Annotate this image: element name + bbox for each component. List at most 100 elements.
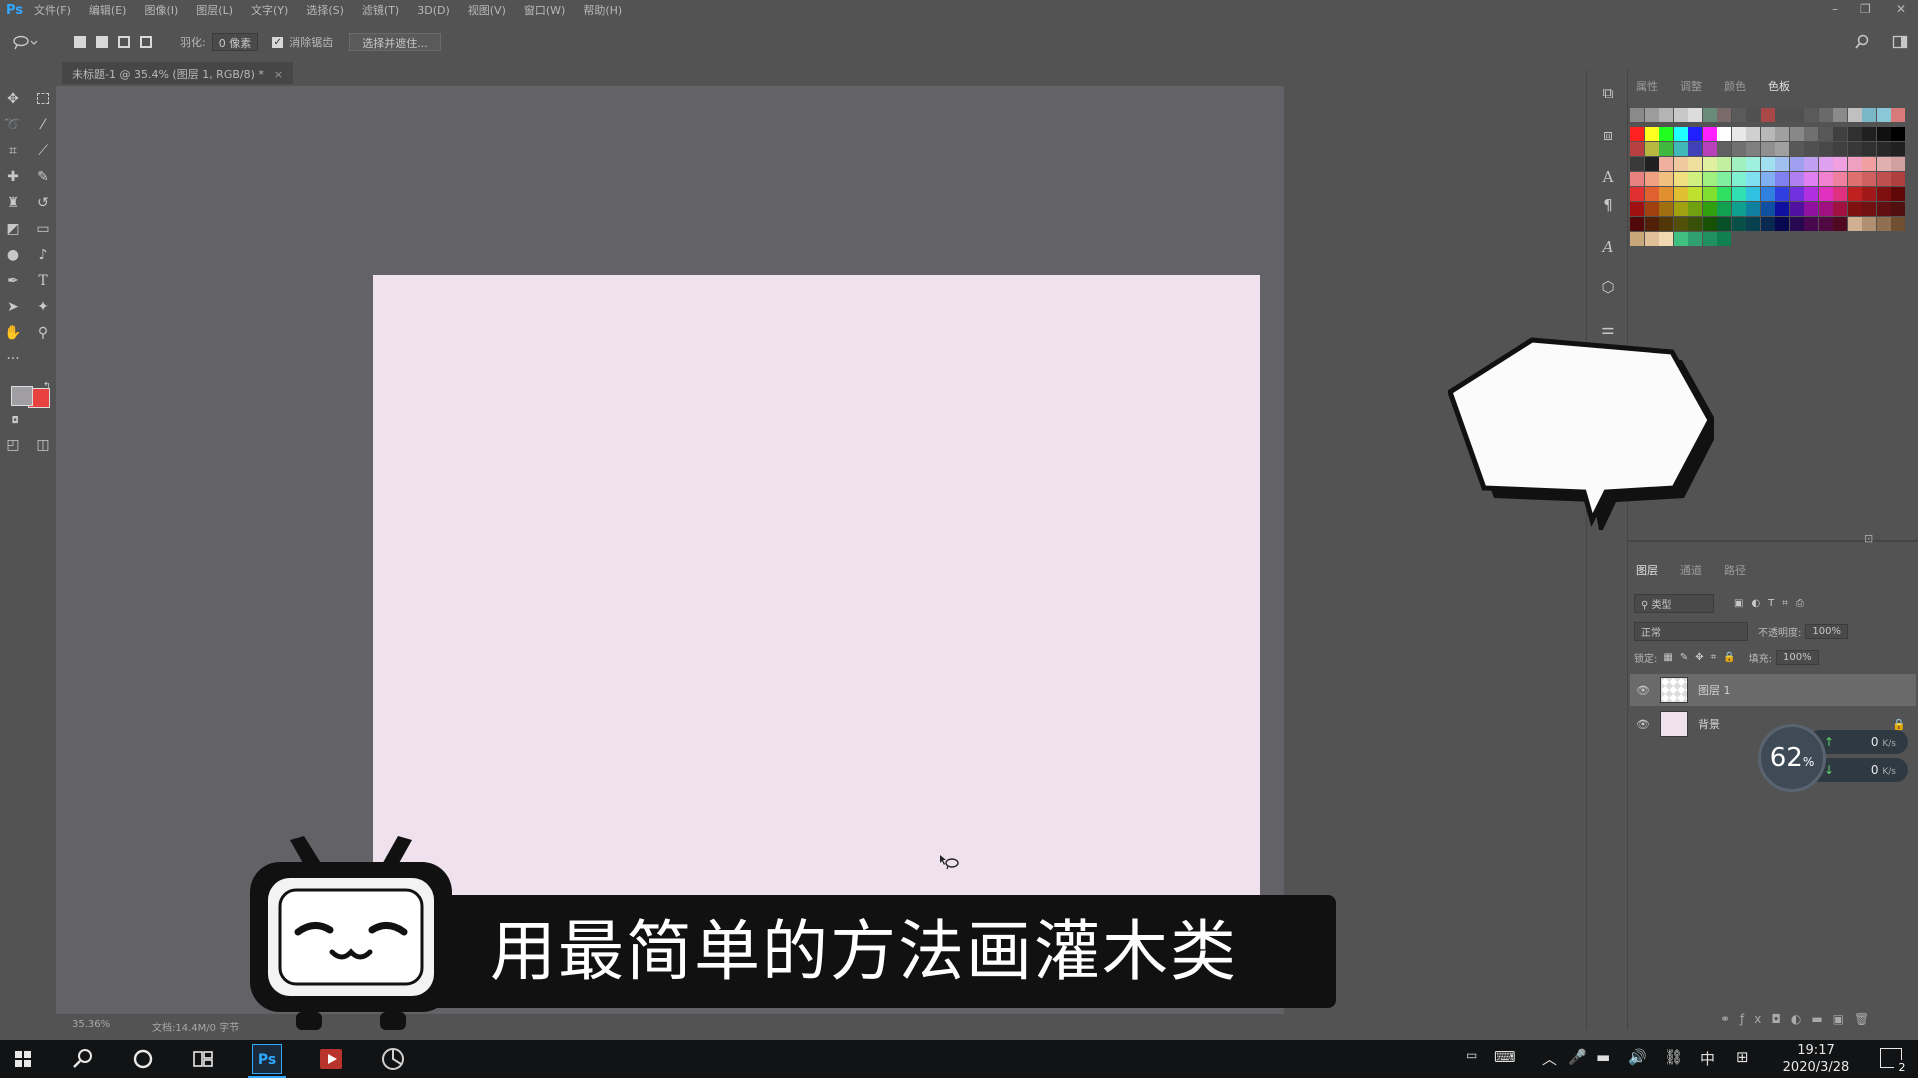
swap-colors-icon[interactable]: ↰ [38,378,56,396]
menu-edit[interactable]: 编辑(E) [89,2,127,18]
color-swatch[interactable] [1847,127,1862,141]
battery-icon[interactable]: ▬ [1596,1048,1610,1066]
color-swatch[interactable] [1789,202,1804,216]
color-swatch[interactable] [1702,217,1717,231]
search-icon[interactable] [1854,34,1870,50]
color-swatch[interactable] [1804,157,1818,171]
minimize-button[interactable]: – [1832,2,1838,16]
color-swatch[interactable] [1731,172,1746,186]
tab-adjustments[interactable]: 调整 [1680,76,1702,96]
color-swatch[interactable] [1876,108,1891,122]
color-swatch[interactable] [1760,187,1775,201]
close-window-button[interactable]: ✕ [1896,2,1906,16]
video-player-icon[interactable] [316,1044,346,1074]
color-swatch[interactable] [1833,172,1847,186]
fill-input[interactable]: 100% [1776,650,1819,665]
color-swatch[interactable] [1630,187,1644,201]
photoshop-taskbar-icon[interactable]: Ps [252,1044,282,1074]
foreground-color-swatch[interactable] [11,386,33,406]
color-swatch[interactable] [1673,157,1688,171]
color-swatch[interactable] [1804,217,1818,231]
color-swatch[interactable] [1630,172,1644,186]
system-clock[interactable]: 19:17 2020/3/28 [1772,1042,1860,1076]
color-swatch[interactable] [1760,172,1775,186]
color-swatch[interactable] [1688,232,1702,246]
search-icon[interactable] [68,1044,98,1074]
microphone-icon[interactable]: 🎤 [1568,1048,1587,1066]
color-swatch[interactable] [1746,202,1760,216]
color-swatch[interactable] [1644,157,1659,171]
pen-icon[interactable]: ✒ [4,272,22,290]
menu-image[interactable]: 图像(I) [144,2,178,18]
color-swatch[interactable] [1731,127,1746,141]
antialias-checkbox[interactable]: ✓ [272,36,284,48]
color-swatch[interactable] [1717,217,1731,231]
dodge-icon[interactable]: ♪ [34,246,52,264]
color-swatch[interactable] [1731,217,1746,231]
color-swatch[interactable] [1862,157,1876,171]
color-swatch[interactable] [1659,172,1673,186]
color-swatch[interactable] [1789,108,1804,122]
color-swatch[interactable] [1717,187,1731,201]
menu-select[interactable]: 选择(S) [306,2,344,18]
color-swatch[interactable] [1673,108,1688,122]
color-swatch[interactable] [1702,157,1717,171]
color-swatch[interactable] [1760,157,1775,171]
color-swatch[interactable] [1673,202,1688,216]
workspace-icon[interactable] [1892,34,1908,50]
color-swatch[interactable] [1702,172,1717,186]
lasso-icon[interactable]: ➰ [4,116,22,134]
swatches-grid[interactable] [1630,108,1905,298]
color-swatch[interactable] [1847,108,1862,122]
color-swatch[interactable] [1717,127,1731,141]
color-swatch[interactable] [1702,108,1717,122]
color-swatch[interactable] [1659,187,1673,201]
color-swatch[interactable] [1630,232,1644,246]
color-swatch[interactable] [1659,108,1673,122]
layer-row-layer1[interactable]: 👁 图层 1 [1630,674,1916,706]
layer-footer-icons[interactable]: ⚭ƒx◘◐▬▣🗑 [1720,1012,1879,1026]
color-swatch[interactable] [1760,108,1775,122]
color-swatch[interactable] [1891,127,1905,141]
default-colors-icon[interactable]: ◘ [6,412,24,430]
tab-paths[interactable]: 路径 [1724,560,1746,580]
color-swatch[interactable] [1673,142,1688,156]
color-swatch[interactable] [1746,172,1760,186]
marquee-icon[interactable] [34,90,52,108]
color-swatch[interactable] [1833,202,1847,216]
color-swatch[interactable] [1644,187,1659,201]
color-swatch[interactable] [1775,172,1789,186]
menu-layer[interactable]: 图层(L) [196,2,233,18]
color-swatch[interactable] [1891,142,1905,156]
select-and-mask-button[interactable]: 选择并遮住... [349,33,441,51]
color-swatch[interactable] [1659,157,1673,171]
color-swatch[interactable] [1804,142,1818,156]
layer-filter-select[interactable]: ⚲ 类型 [1634,594,1714,613]
color-swatch[interactable] [1644,142,1659,156]
color-swatch[interactable] [1688,187,1702,201]
color-swatch[interactable] [1833,187,1847,201]
color-swatch[interactable] [1775,157,1789,171]
3d-panel-icon[interactable]: ⬡ [1599,278,1617,296]
color-swatch[interactable] [1644,232,1659,246]
color-swatch[interactable] [1746,157,1760,171]
color-swatch[interactable] [1630,142,1644,156]
color-swatch[interactable] [1818,217,1833,231]
color-swatch[interactable] [1833,142,1847,156]
stamp-icon[interactable]: ♜ [4,194,22,212]
color-swatch[interactable] [1775,108,1789,122]
type-icon[interactable]: T [34,272,52,290]
hand-icon[interactable]: ✋ [4,324,22,342]
visibility-eye-icon[interactable]: 👁 [1636,684,1650,697]
color-swatch[interactable] [1876,202,1891,216]
ime-indicator[interactable]: 中 [1700,1048,1715,1069]
color-swatch[interactable] [1804,202,1818,216]
blend-mode-select[interactable]: 正常 [1634,622,1748,641]
color-swatch[interactable] [1804,127,1818,141]
color-swatch[interactable] [1833,217,1847,231]
menu-type[interactable]: 文字(Y) [251,2,288,18]
color-swatch[interactable] [1833,157,1847,171]
color-swatch[interactable] [1862,127,1876,141]
color-swatch[interactable] [1789,172,1804,186]
color-swatch[interactable] [1818,108,1833,122]
